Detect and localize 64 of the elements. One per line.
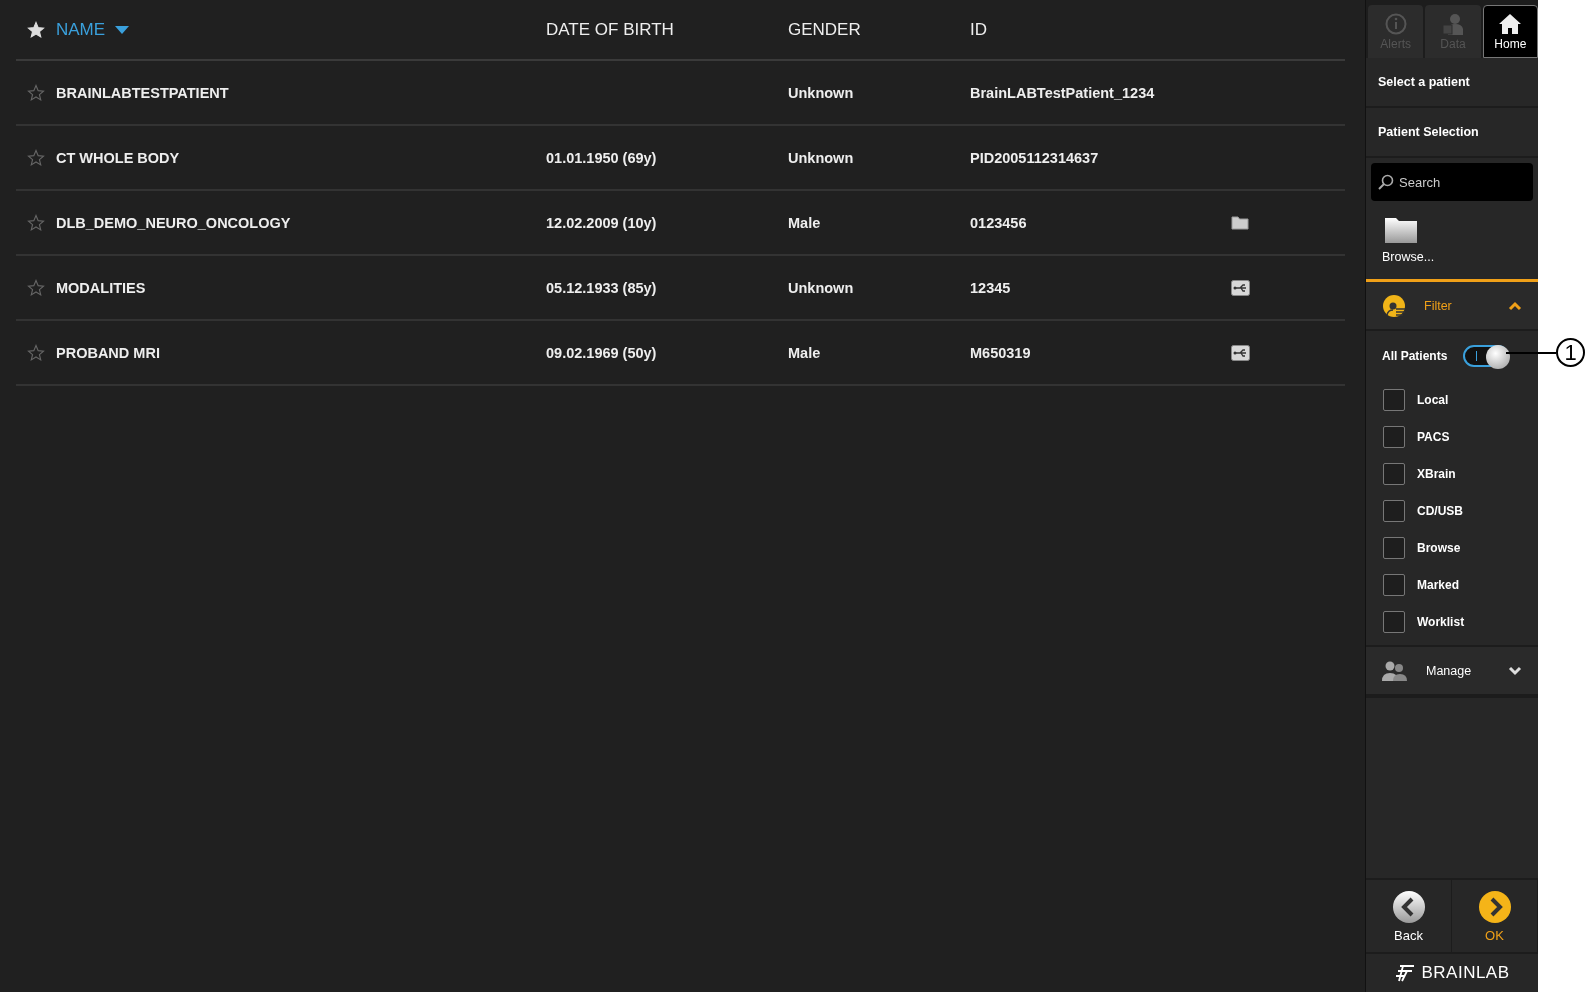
checkbox-label: Browse [1417, 540, 1461, 555]
usb-icon [1230, 279, 1250, 296]
checkbox[interactable] [1383, 425, 1405, 448]
column-header[interactable]: GENDER [788, 19, 861, 40]
all-patients-toggle[interactable] [1463, 345, 1510, 367]
star-icon[interactable] [27, 278, 45, 297]
column-header[interactable]: NAME [56, 19, 106, 40]
column-header[interactable]: ID [970, 19, 987, 40]
checkbox-label: CD/USB [1417, 503, 1463, 518]
star-icon[interactable] [27, 213, 45, 232]
checkbox-label: XBrain [1417, 466, 1456, 481]
table-cell: BrainLABTestPatient_1234 [970, 84, 1155, 101]
folder-icon [1384, 216, 1418, 244]
checkbox-label: Worklist [1417, 614, 1465, 629]
table-cell: Unknown [788, 84, 854, 101]
checkbox-label: Marked [1417, 577, 1460, 592]
table-cell: MODALITIES [56, 279, 146, 296]
filter-person-icon [1382, 293, 1406, 318]
table-cell: 12.02.2009 (10y) [546, 214, 657, 231]
checkbox[interactable] [1383, 536, 1405, 559]
checkbox[interactable] [1383, 610, 1405, 633]
table-cell: 0123456 [970, 214, 1027, 231]
leader-line [1506, 351, 1556, 354]
star-icon[interactable] [27, 343, 45, 362]
ok-button[interactable]: OK [1452, 880, 1538, 952]
search-field[interactable]: Search [1371, 163, 1533, 201]
star-icon[interactable] [27, 83, 45, 102]
table-cell: PID2005112314637 [970, 149, 1099, 166]
table-cell: 01.01.1950 (69y) [546, 149, 657, 166]
table-cell: Male [788, 344, 821, 361]
table-cell: 05.12.1933 (85y) [546, 279, 657, 296]
back-button[interactable]: Back [1366, 880, 1452, 952]
person-data-icon [1441, 12, 1465, 35]
brand-logo: BRAINLAB [1421, 963, 1510, 983]
table-cell: DLB_DEMO_NEURO_ONCOLOGY [56, 214, 291, 231]
toggle-label: All Patients [1382, 349, 1448, 363]
table-cell: PROBAND MRI [56, 344, 160, 361]
table-cell: BRAINLABTESTPATIENT [56, 84, 229, 101]
checkbox[interactable] [1383, 499, 1405, 522]
nav-tab[interactable]: Home [1482, 5, 1538, 58]
table-cell: 12345 [970, 279, 1011, 296]
logo-icon [1394, 964, 1417, 982]
people-icon [1382, 660, 1408, 681]
callout-marker: 1 [1556, 338, 1585, 367]
folder-icon [1231, 215, 1249, 230]
column-header[interactable]: DATE OF BIRTH [546, 19, 674, 40]
checkbox[interactable] [1383, 388, 1405, 411]
checkbox-label: PACS [1417, 429, 1450, 444]
panel-title: Select a patient [1378, 75, 1470, 89]
info-icon [1384, 12, 1407, 35]
table-cell: Unknown [788, 149, 854, 166]
home-icon [1498, 12, 1523, 35]
table-cell: CT WHOLE BODY [56, 149, 180, 166]
checkbox-label: Local [1417, 392, 1449, 407]
panel-subtitle: Patient Selection [1378, 125, 1479, 139]
star-icon[interactable] [27, 148, 45, 167]
table-cell: 09.02.1969 (50y) [546, 344, 657, 361]
search-icon [1378, 174, 1394, 190]
checkbox[interactable] [1383, 573, 1405, 596]
table-cell: Unknown [788, 279, 854, 296]
table-cell: Male [788, 214, 821, 231]
checkbox[interactable] [1383, 462, 1405, 485]
table-cell: M650319 [970, 344, 1031, 361]
usb-icon [1230, 344, 1250, 361]
